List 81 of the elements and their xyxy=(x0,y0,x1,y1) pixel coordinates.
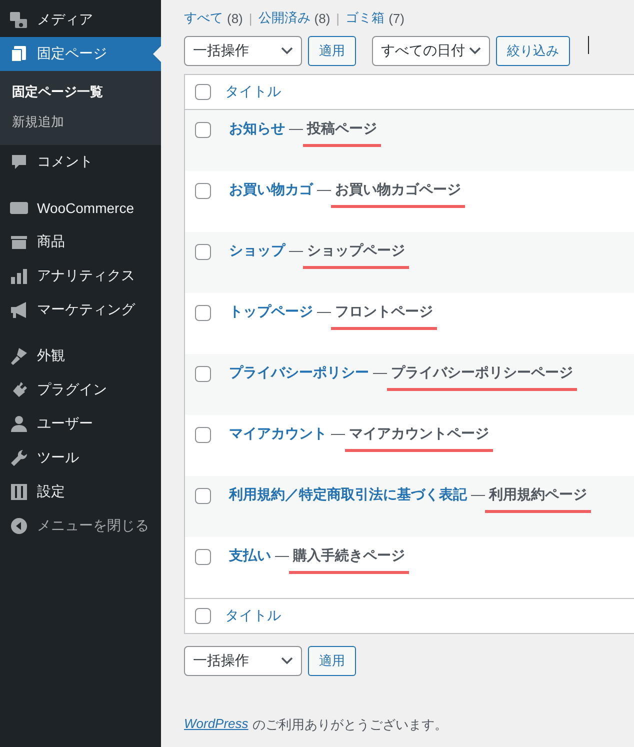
row-checkbox[interactable] xyxy=(195,488,211,504)
wordpress-link[interactable]: WordPress xyxy=(184,716,248,734)
dash: — xyxy=(289,120,303,136)
collapse-icon xyxy=(9,516,29,536)
bulk-action-dropdown[interactable]: 一括操作 xyxy=(184,646,302,676)
text-cursor xyxy=(588,36,589,54)
dash: — xyxy=(373,364,387,380)
sidebar-item[interactable]: アナリティクス xyxy=(0,259,161,293)
page-state-label: プライバシーポリシーページ xyxy=(387,364,577,391)
filter-link[interactable]: ゴミ箱 xyxy=(346,9,385,27)
chevron-icon xyxy=(281,47,293,55)
sidebar-item[interactable]: マーケティング xyxy=(0,293,161,327)
separator: | xyxy=(248,10,252,26)
dash: — xyxy=(317,181,331,197)
page-state-label: 購入手続きページ xyxy=(289,547,409,574)
page-state-label: 投稿ページ xyxy=(303,120,381,147)
sidebar-item[interactable]: プラグイン xyxy=(0,373,161,407)
dash: — xyxy=(331,425,345,441)
page-title-link[interactable]: マイアカウント xyxy=(229,425,327,443)
megaphone-icon xyxy=(9,300,29,320)
dash: — xyxy=(471,486,485,502)
person-icon xyxy=(9,414,29,434)
filter-count: (8) xyxy=(314,10,330,26)
filter-count: (8) xyxy=(227,10,243,26)
sidebar-item[interactable]: 設定 xyxy=(0,475,161,509)
media-icon xyxy=(9,10,29,30)
filter-link[interactable]: 公開済み xyxy=(258,9,310,27)
sidebar-item[interactable]: メディア xyxy=(0,3,161,37)
select-all-checkbox[interactable] xyxy=(195,84,211,100)
date-filter-dropdown[interactable]: すべての日付 xyxy=(372,36,490,66)
page-title-link[interactable]: 支払い xyxy=(229,547,271,565)
row-checkbox[interactable] xyxy=(195,183,211,199)
footer-text: のご利用ありがとうございます。 xyxy=(252,716,448,734)
current-page-notch xyxy=(153,46,161,62)
filter-button[interactable]: 絞り込み xyxy=(496,36,570,66)
dash: — xyxy=(317,303,331,319)
page-title-link[interactable]: ショップ xyxy=(229,242,285,260)
sidebar-item[interactable]: ユーザー xyxy=(0,407,161,441)
row-checkbox[interactable] xyxy=(195,305,211,321)
sidebar-item[interactable]: 商品 xyxy=(0,225,161,259)
page-state-label: お買い物カゴページ xyxy=(331,181,465,208)
select-all-checkbox[interactable] xyxy=(195,608,211,624)
paintbrush-icon xyxy=(9,346,29,366)
sidebar-item[interactable]: メニューを閉じる xyxy=(0,509,161,543)
apply-button[interactable]: 適用 xyxy=(308,646,356,676)
dash: — xyxy=(275,547,289,563)
column-header[interactable]: タイトル xyxy=(225,607,281,625)
sidebar-item[interactable]: ツール xyxy=(0,441,161,475)
apply-button[interactable]: 適用 xyxy=(308,36,356,66)
page-state-label: マイアカウントページ xyxy=(345,425,493,452)
dash: — xyxy=(289,242,303,258)
bulk-action-dropdown[interactable]: 一括操作 xyxy=(184,36,302,66)
row-checkbox[interactable] xyxy=(195,244,211,260)
wrench-icon xyxy=(9,448,29,468)
page-title-link[interactable]: プライバシーポリシー xyxy=(229,364,369,382)
chevron-icon xyxy=(469,47,481,55)
page-state-label: 利用規約ページ xyxy=(485,486,591,513)
page-title-link[interactable]: お知らせ xyxy=(229,120,285,138)
filter-link[interactable]: すべて xyxy=(184,9,223,27)
row-checkbox[interactable] xyxy=(195,366,211,382)
submenu-item[interactable]: 新規追加 xyxy=(0,107,161,137)
chevron-icon xyxy=(281,657,293,665)
column-header[interactable]: タイトル xyxy=(225,83,281,101)
page-title-link[interactable]: お買い物カゴ xyxy=(229,181,313,199)
comment-icon xyxy=(9,152,29,172)
sidebar-item[interactable]: 外観 xyxy=(0,339,161,373)
separator: | xyxy=(336,10,340,26)
bar-chart-icon xyxy=(9,266,29,286)
pages-icon xyxy=(9,44,29,64)
sidebar-item[interactable]: WooCommerce xyxy=(0,191,161,225)
row-checkbox[interactable] xyxy=(195,427,211,443)
row-checkbox[interactable] xyxy=(195,549,211,565)
row-checkbox[interactable] xyxy=(195,122,211,138)
page-state-label: フロントページ xyxy=(331,303,437,330)
filter-count: (7) xyxy=(388,10,404,26)
sidebar-item[interactable]: コメント xyxy=(0,145,161,179)
sidebar-item[interactable]: 固定ページ xyxy=(0,37,161,71)
page-state-label: ショップページ xyxy=(303,242,409,269)
page-title-link[interactable]: トップページ xyxy=(229,303,313,321)
page-title-link[interactable]: 利用規約／特定商取引法に基づく表記 xyxy=(229,486,467,504)
submenu-item[interactable]: 固定ページ一覧 xyxy=(0,77,161,107)
